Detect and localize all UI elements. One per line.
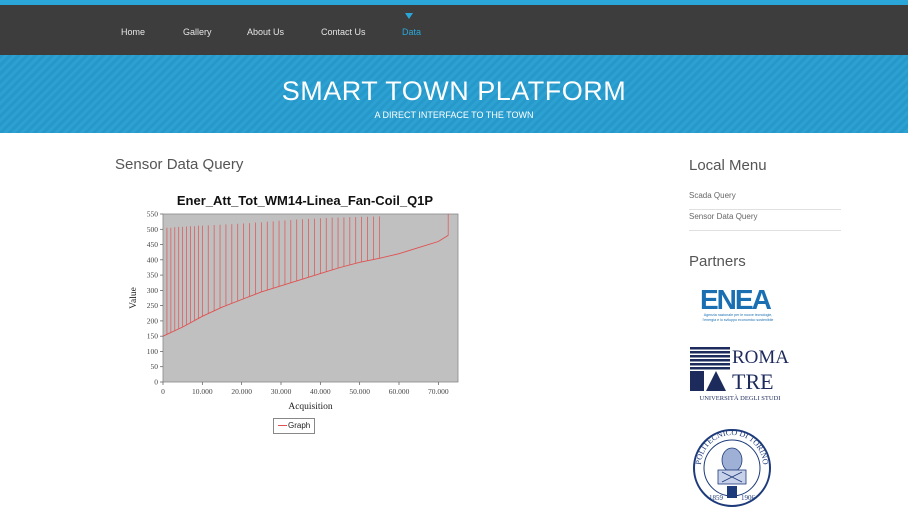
y-tick-label: 400	[147, 255, 159, 264]
roma-text: ROMA	[732, 347, 789, 368]
active-indicator-icon	[405, 13, 413, 19]
site-subtitle: A DIRECT INTERFACE TO THE TOWN	[374, 110, 534, 120]
y-tick-label: 350	[147, 271, 159, 280]
seal-year-right: 1906	[741, 494, 756, 502]
legend-line-icon	[278, 425, 287, 426]
x-tick-label: 60.000	[389, 387, 410, 396]
y-axis-label: Value	[129, 287, 139, 309]
y-tick-label: 550	[147, 210, 159, 219]
y-tick-label: 50	[151, 362, 159, 371]
chart-title: Ener_Att_Tot_WM14-Linea_Fan-Coil_Q1P	[176, 193, 434, 208]
x-tick-label: 40.000	[310, 387, 331, 396]
roma-tre-stripes-icon	[690, 347, 730, 391]
nav-home[interactable]: Home	[121, 27, 145, 37]
page-title: Sensor Data Query	[115, 156, 244, 173]
y-tick-label: 300	[147, 286, 159, 295]
partners-title: Partners	[689, 253, 746, 270]
menu-item-scada-query[interactable]: Scada Query	[689, 191, 841, 210]
enea-caption-line2: l'energia e lo sviluppo economico sosten…	[703, 318, 774, 322]
x-tick-label: 20.000	[231, 387, 252, 396]
enea-logo[interactable]: ENEA Agenzia nazionale per le nuove tecn…	[688, 283, 798, 329]
y-tick-label: 500	[147, 225, 159, 234]
local-menu-title: Local Menu	[689, 157, 767, 174]
x-tick-label: 70.000	[428, 387, 449, 396]
y-tick-label: 0	[154, 378, 158, 387]
nav-gallery[interactable]: Gallery	[183, 27, 212, 37]
roma-tre-logo[interactable]: ROMA TRE UNIVERSITÀ DEGLI STUDI	[688, 345, 798, 403]
x-tick-label: 50.000	[349, 387, 370, 396]
nav-data[interactable]: Data	[402, 27, 421, 37]
x-tick-label: 0	[161, 387, 165, 396]
nav-about-us[interactable]: About Us	[247, 27, 284, 37]
main-nav: Home Gallery About Us Contact Us Data	[0, 5, 908, 55]
roma-tre-caption: UNIVERSITÀ DEGLI STUDI	[700, 394, 781, 402]
chart-legend: Graph	[273, 418, 315, 434]
enea-logo-text: ENEA	[700, 284, 772, 315]
x-tick-label: 10.000	[192, 387, 213, 396]
enea-caption-line1: Agenzia nazionale per le nuove tecnologi…	[704, 313, 773, 317]
x-tick-label: 30.000	[271, 387, 292, 396]
y-tick-label: 250	[147, 301, 159, 310]
menu-item-sensor-data-query[interactable]: Sensor Data Query	[689, 212, 841, 231]
y-tick-label: 100	[147, 347, 159, 356]
header-banner: SMART TOWN PLATFORM A DIRECT INTERFACE T…	[0, 55, 908, 133]
seal-year-left: 1859	[709, 494, 724, 502]
y-tick-label: 150	[147, 332, 159, 341]
site-title: SMART TOWN PLATFORM	[281, 76, 627, 106]
y-tick-label: 450	[147, 240, 159, 249]
y-tick-label: 200	[147, 316, 159, 325]
politecnico-torino-logo[interactable]: POLITECNICO DI TORINO 1859 1906	[692, 420, 772, 512]
nav-contact-us[interactable]: Contact Us	[321, 27, 366, 37]
plot-area	[162, 213, 459, 383]
tre-text: TRE	[732, 369, 774, 394]
x-axis-label: Acquisition	[288, 402, 333, 412]
legend-label: Graph	[288, 421, 311, 430]
sensor-chart: 0 50 100 150 200 250 300 350 400 450 500 550 0 10.000…	[129, 210, 459, 412]
